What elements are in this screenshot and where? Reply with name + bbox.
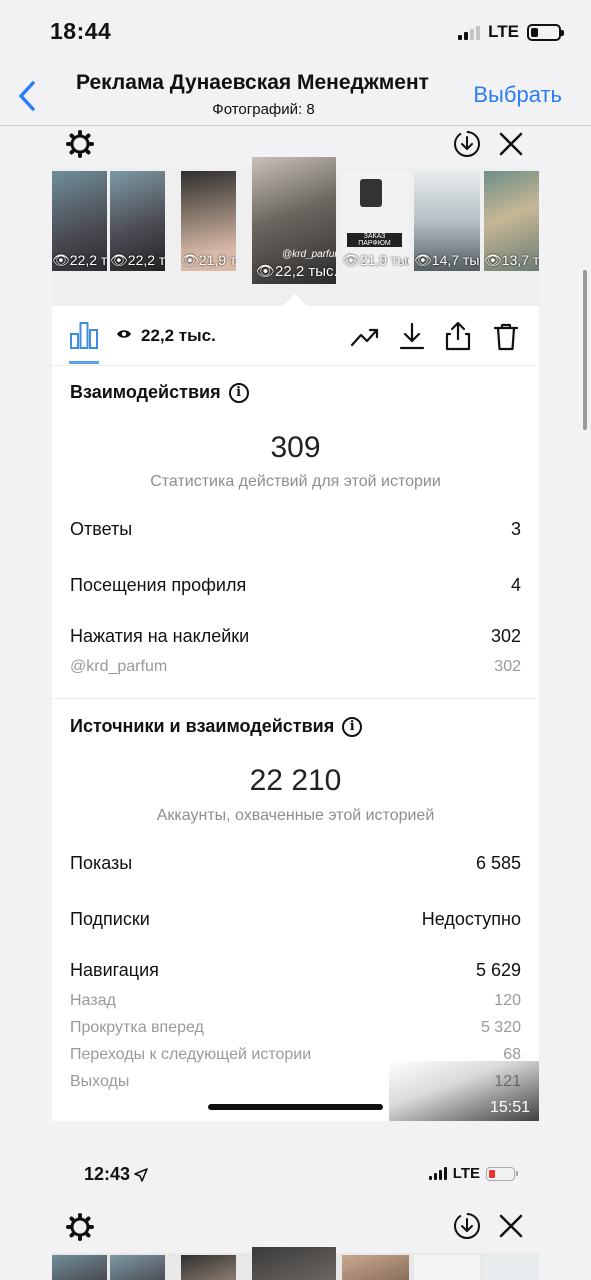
signal-icon	[428, 1167, 447, 1180]
thumbnail-views: 👁22,2 тыс.	[52, 252, 107, 268]
photo-count: Фотографий: 8	[212, 101, 315, 118]
discovery-heading: Источники и взаимодействия i	[70, 716, 363, 737]
stat-subrow-forward: Прокрутка вперед 5 320	[70, 1019, 521, 1036]
thumbnail-views: 👁21,9 тыс.	[181, 252, 236, 268]
stat-subrow-back: Назад 120	[70, 992, 521, 1009]
stat-row-replies: Ответы 3	[70, 519, 521, 539]
story-thumbnail[interactable]	[414, 1255, 480, 1280]
story-insights-screenshot[interactable]: 👁22,2 тыс. 👁22,2 тыс. 👁21,9 тыс. @krd_pa…	[52, 126, 539, 1121]
story-thumbnail[interactable]	[342, 1255, 409, 1280]
story-thumbnail[interactable]: ЗАКАЗ ПАРФЮМ 👁21,9 тыс.	[342, 171, 409, 271]
battery-icon	[527, 23, 564, 41]
story-thumbnail[interactable]: 👁14,7 тыс.	[414, 171, 480, 271]
thumbnail-views: 👁22,2 тыс.	[110, 252, 165, 268]
gear-icon[interactable]	[66, 1213, 94, 1241]
story-thumbnail[interactable]	[181, 1255, 236, 1280]
eye-icon	[117, 330, 131, 338]
status-right: LTE	[458, 22, 564, 42]
active-tab-underline	[69, 361, 99, 364]
second-screenshot[interactable]: 12:43 LTE	[52, 1147, 539, 1280]
selection-caret	[283, 294, 307, 306]
second-status-time: 12:43	[84, 1164, 148, 1185]
story-thumbnail[interactable]: 👁22,2 тыс.	[52, 171, 107, 271]
interactions-total: 309	[270, 431, 321, 464]
close-icon[interactable]	[496, 1211, 526, 1241]
scroll-indicator[interactable]	[583, 270, 587, 430]
story-thumbnail[interactable]	[52, 1255, 107, 1280]
download-icon[interactable]	[397, 321, 427, 351]
story-thumbnail[interactable]	[484, 1255, 539, 1280]
home-indicator	[208, 1104, 383, 1110]
discovery-total: 22 210	[249, 764, 342, 797]
stat-subrow-mention: @krd_parfum 302	[70, 658, 521, 675]
interactions-caption: Статистика действий для этой истории	[150, 473, 441, 490]
battery-icon	[486, 1166, 518, 1181]
gear-icon[interactable]	[66, 130, 94, 158]
interactions-heading: Взаимодействия i	[70, 382, 249, 403]
info-icon[interactable]: i	[342, 716, 363, 737]
story-thumbnail-strip	[52, 1247, 539, 1280]
location-arrow-icon	[134, 1167, 148, 1182]
story-thumbnail[interactable]: 👁21,9 тыс.	[181, 171, 236, 271]
download-circle-icon[interactable]	[452, 1211, 482, 1241]
stat-row-navigation: Навигация 5 629	[70, 960, 521, 980]
share-icon[interactable]	[443, 321, 473, 351]
network-type: LTE	[452, 1165, 480, 1182]
navigation-bar: Реклама Дунаевская Менеджмент Фотографий…	[0, 62, 591, 126]
info-icon[interactable]: i	[228, 382, 249, 403]
section-divider	[52, 698, 539, 699]
select-button[interactable]: Выбрать	[473, 82, 562, 108]
stat-row-follows: Подписки Недоступно	[70, 909, 521, 929]
bar-chart-icon[interactable]	[69, 320, 99, 350]
status-bar: 18:44 LTE	[0, 0, 591, 62]
stat-row-profile-visits: Посещения профиля 4	[70, 575, 521, 595]
story-thumbnail-selected[interactable]	[252, 1247, 336, 1280]
story-thumbnail-strip: 👁22,2 тыс. 👁22,2 тыс. 👁21,9 тыс. @krd_pa…	[52, 157, 539, 306]
thumbnail-views: 👁22,2 тыс.	[256, 263, 336, 280]
album-title: Реклама Дунаевская Менеджмент	[76, 71, 429, 94]
status-time: 18:44	[50, 18, 112, 44]
thumbnail-caption: @krd_parfum	[282, 249, 336, 260]
story-thumbnail[interactable]: 👁22,2 тыс.	[110, 171, 165, 271]
views-count: 22,2 тыс.	[141, 326, 216, 345]
discovery-caption: Аккаунты, охваченные этой историей	[156, 807, 435, 824]
thumbnail-views: 👁13,7 тыс.	[484, 252, 539, 268]
thumbnail-caption: ЗАКАЗ ПАРФЮМ	[347, 233, 402, 247]
network-type: LTE	[488, 22, 519, 41]
trash-icon[interactable]	[491, 321, 521, 351]
thumbnail-image	[360, 179, 382, 207]
stat-row-sticker-taps: Нажатия на наклейки 302	[70, 626, 521, 646]
signal-icon	[458, 24, 481, 40]
story-thumbnail[interactable]	[110, 1255, 165, 1280]
video-duration: 15:51	[489, 1099, 530, 1116]
download-circle-icon[interactable]	[452, 129, 482, 159]
second-status-right: LTE	[428, 1165, 518, 1182]
trend-arrow-icon[interactable]	[350, 321, 380, 351]
thumbnail-views: 👁14,7 тыс.	[414, 252, 480, 268]
thumbnail-views: 👁21,9 тыс.	[342, 252, 409, 268]
stat-row-impressions: Показы 6 585	[70, 853, 521, 873]
story-thumbnail-selected[interactable]: @krd_parfum 👁22,2 тыс.	[252, 157, 336, 284]
close-icon[interactable]	[496, 129, 526, 159]
story-thumbnail[interactable]: 👁13,7 тыс.	[484, 171, 539, 271]
